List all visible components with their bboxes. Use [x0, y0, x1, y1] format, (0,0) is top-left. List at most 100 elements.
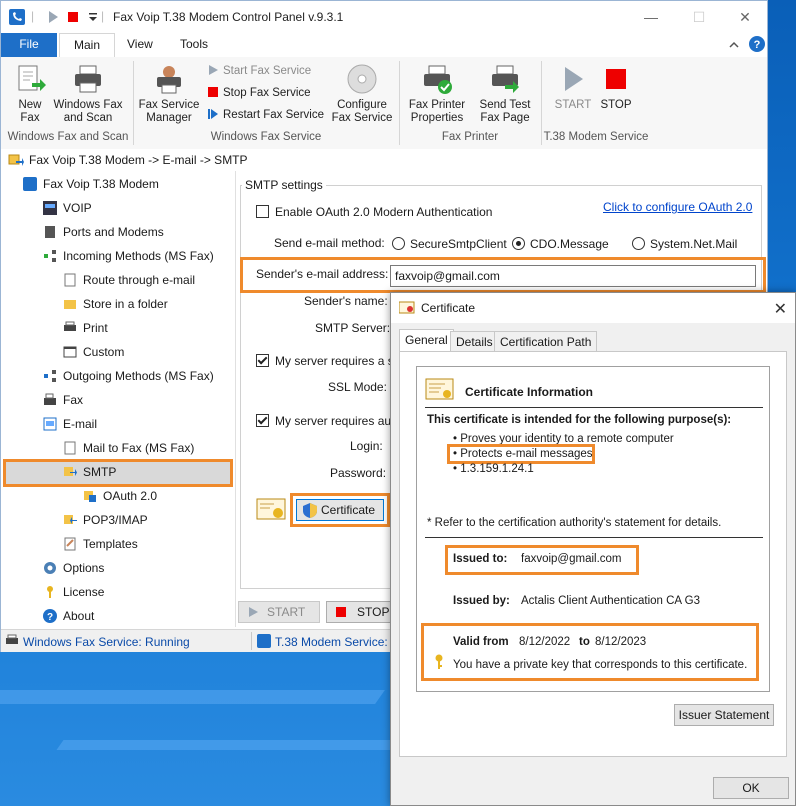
stop-icon: [336, 607, 346, 617]
start-button[interactable]: START: [238, 601, 320, 623]
fax-service-manager-button[interactable]: Fax Service Manager: [137, 63, 201, 125]
new-fax-button[interactable]: New Fax: [9, 63, 51, 125]
divider: [425, 537, 763, 538]
tree-item-license[interactable]: License: [43, 581, 104, 603]
tree-item-oauth[interactable]: OAuth 2.0: [83, 485, 157, 507]
ribbon: New Fax Windows Fax and Scan Fax Service…: [1, 57, 767, 150]
status-separator: [251, 632, 252, 650]
tree-item-store-folder[interactable]: Store in a folder: [63, 293, 168, 315]
tab-main[interactable]: Main: [59, 33, 116, 59]
group-separator: [541, 61, 542, 145]
issued-by-label: Issued by:: [453, 595, 510, 607]
collapse-ribbon-icon[interactable]: [727, 38, 741, 52]
divider: [425, 407, 763, 408]
configure-fax-service-button[interactable]: Configure Fax Service: [331, 63, 393, 125]
oauth-icon: [84, 491, 96, 502]
key-icon: [47, 586, 53, 598]
tree-item-outgoing[interactable]: Outgoing Methods (MS Fax): [43, 365, 214, 387]
tab-tools[interactable]: Tools: [166, 33, 222, 57]
play-icon[interactable]: [45, 9, 61, 25]
breadcrumb-text: Fax Voip T.38 Modem -> E-mail -> SMTP: [29, 153, 248, 167]
tree-item-voip[interactable]: VOIP: [43, 197, 92, 219]
tree-item-custom[interactable]: Custom: [63, 341, 124, 363]
minimize-button[interactable]: —: [641, 7, 661, 27]
ssl-mode-label: SSL Mode:: [328, 380, 387, 394]
tree-item-root[interactable]: Fax Voip T.38 Modem: [23, 173, 159, 195]
windows-fax-status: Windows Fax Service: Running: [23, 635, 190, 649]
secure-connection-checkbox[interactable]: My server requires a se: [256, 354, 400, 368]
ribbon-tabs: File Main View Tools ?: [1, 33, 767, 59]
fax-printer-properties-button[interactable]: Fax Printer Properties: [405, 63, 469, 125]
desktop-light-streak: [56, 740, 424, 750]
certificate-icon: [256, 498, 286, 520]
group-separator: [399, 61, 400, 145]
method-radio-securesmtp[interactable]: SecureSmtpClient: [392, 237, 507, 251]
stop-icon[interactable]: [65, 9, 81, 25]
folder-icon: [64, 300, 76, 309]
smtp-icon: [8, 154, 24, 166]
issuer-statement-button[interactable]: Issuer Statement: [674, 704, 774, 726]
help-icon[interactable]: ?: [749, 36, 765, 52]
tree-item-print[interactable]: Print: [63, 317, 108, 339]
cert-info-box: Certificate Information This certificate…: [416, 366, 770, 692]
email-icon: [43, 417, 57, 431]
tree-item-options[interactable]: Options: [43, 557, 104, 579]
cert-tab-path[interactable]: Certification Path: [494, 331, 598, 352]
tree-item-fax[interactable]: Fax: [43, 389, 83, 411]
group-label: Windows Fax and Scan: [7, 131, 129, 143]
validity-highlight: [421, 623, 759, 681]
smtp-server-label: SMTP Server:: [315, 321, 391, 335]
sender-email-input[interactable]: faxvoip@gmail.com: [390, 265, 756, 287]
close-button[interactable]: ✕: [735, 7, 755, 27]
tree-item-ports[interactable]: Ports and Modems: [43, 221, 164, 243]
certificate-close-button[interactable]: ✕: [774, 299, 787, 319]
ribbon-start-button[interactable]: START: [551, 63, 595, 112]
printer-icon: [6, 634, 18, 644]
auth-required-checkbox[interactable]: My server requires auth: [256, 414, 401, 428]
restart-fax-service-button[interactable]: Restart Fax Service: [207, 108, 324, 121]
start-fax-service-button[interactable]: Start Fax Service: [207, 64, 311, 77]
app-phone-icon: [9, 9, 25, 25]
cert-tab-general[interactable]: General: [399, 329, 454, 352]
printer-send-icon: [492, 65, 519, 93]
tree-item-route-email[interactable]: Route through e-mail: [63, 269, 195, 291]
stop-button[interactable]: STOP: [326, 601, 398, 623]
play-icon: [209, 65, 218, 75]
cert-info-heading: Certificate Information: [465, 385, 594, 399]
oauth-checkbox[interactable]: Enable OAuth 2.0 Modern Authentication: [256, 205, 492, 219]
method-radio-cdo[interactable]: CDO.Message: [512, 237, 609, 251]
disc-icon: [347, 64, 377, 94]
cert-tab-details[interactable]: Details: [450, 331, 499, 352]
send-test-fax-page-button[interactable]: Send Test Fax Page: [475, 63, 535, 125]
tree-item-pop3[interactable]: POP3/IMAP: [63, 509, 148, 531]
printer-check-icon: [424, 65, 452, 94]
send-method-label: Send e-mail method:: [274, 236, 385, 250]
tree-item-incoming[interactable]: Incoming Methods (MS Fax): [43, 245, 214, 267]
group-label: Windows Fax Service: [210, 131, 322, 143]
certificate-icon: [425, 378, 454, 400]
tree-item-templates[interactable]: Templates: [63, 533, 138, 555]
navigation-tree: Fax Voip T.38 Modem VOIP Ports and Modem…: [1, 171, 236, 627]
qa-dropdown-icon[interactable]: [85, 9, 101, 25]
maximize-button[interactable]: ☐: [689, 7, 709, 27]
stop-icon: [208, 87, 218, 97]
svg-text:?: ?: [47, 612, 53, 623]
tab-file[interactable]: File: [1, 33, 57, 57]
page-icon: [64, 273, 76, 287]
stop-fax-service-button[interactable]: Stop Fax Service: [207, 86, 311, 99]
windows-fax-scan-button[interactable]: Windows Fax and Scan: [49, 63, 127, 125]
tree-item-smtp[interactable]: SMTP: [63, 461, 116, 483]
certificate-button[interactable]: Certificate: [296, 499, 384, 521]
method-radio-systemnetmail[interactable]: System.Net.Mail: [632, 237, 737, 251]
tab-view[interactable]: View: [113, 33, 167, 57]
tree-item-email[interactable]: E-mail: [43, 413, 97, 435]
ribbon-stop-button[interactable]: STOP: [595, 63, 637, 112]
configure-oauth-link[interactable]: Click to configure OAuth 2.0: [603, 200, 752, 214]
valid-from-date: 8/12/2022: [519, 636, 571, 648]
qa-separator: |: [31, 9, 35, 23]
window-title: Fax Voip T.38 Modem Control Panel v.9.3.…: [113, 10, 344, 24]
tree-item-about[interactable]: ? About: [43, 605, 94, 627]
tree-item-mail-to-fax[interactable]: Mail to Fax (MS Fax): [63, 437, 194, 459]
pop3-icon: [64, 515, 77, 524]
ok-button[interactable]: OK: [713, 777, 789, 799]
